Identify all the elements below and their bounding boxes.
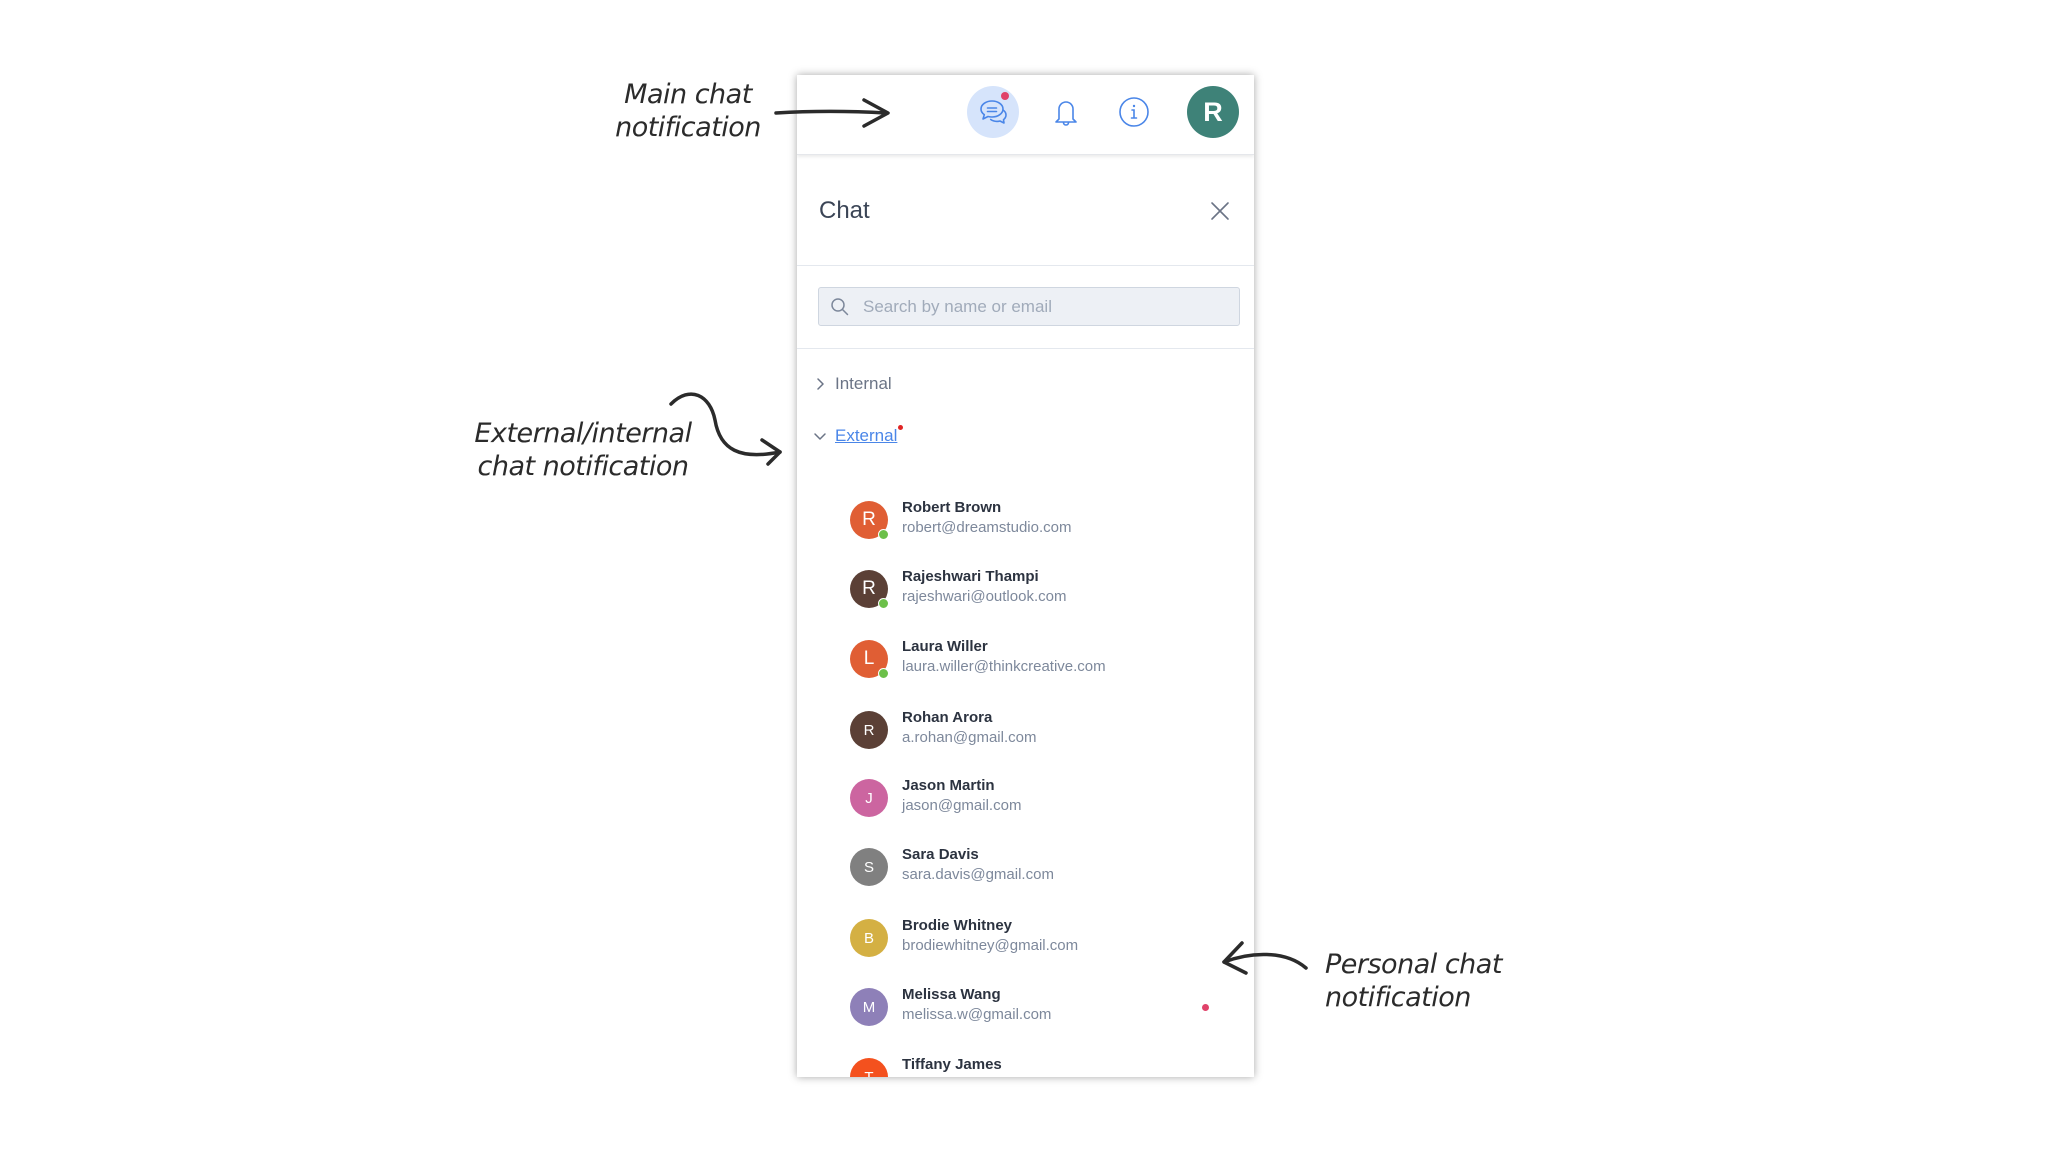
info-icon [1119,97,1149,127]
user-avatar[interactable]: R [1187,86,1239,138]
personal-chat-notification-dot [1202,1004,1209,1011]
chevron-down-icon [814,433,826,440]
contact-avatar-initial: B [863,929,874,947]
contact-name: Laura Willer [902,638,988,655]
group-internal[interactable]: Internal [813,371,892,397]
external-group-notification-dot [898,425,903,430]
chevron-right-icon [817,378,824,390]
contact-avatar-initial: R [863,721,875,739]
contact-email: melissa.w@gmail.com [902,1006,1052,1023]
search-icon [831,298,849,316]
contact-avatar: B [850,919,888,957]
contact-name: Robert Brown [902,499,1002,516]
group-internal-label: Internal [835,374,892,393]
contact-name: Sara Davis [902,846,979,863]
main-chat-notification-dot [1001,92,1009,100]
chat-title: Chat [819,197,870,224]
chat-button[interactable] [967,86,1019,138]
contact-email: sara.davis@gmail.com [902,866,1054,883]
contact-name: Jason Martin [902,777,995,794]
close-icon [1211,202,1229,220]
chat-bubbles-icon [980,100,1007,124]
contact-email: a.rohan@gmail.com [902,729,1037,746]
annotation-main-chat-line1: Main chat [624,79,752,110]
notifications-button[interactable] [1040,86,1092,138]
contact-email: tiffanyjw@yahoo.com [902,1076,1045,1077]
search-section [797,266,1254,349]
contact-email: rajeshwari@outlook.com [902,588,1067,605]
group-external[interactable]: External [813,423,897,449]
online-status-indicator [878,598,889,609]
contact-email: brodiewhitney@gmail.com [902,937,1079,954]
contact-email: laura.willer@thinkcreative.com [902,658,1106,675]
annotation-external-internal-line1: External/internal [474,418,692,449]
contact-item[interactable]: R Rajeshwari Thampi rajeshwari@outlook.com [850,564,1230,614]
online-status-indicator [878,668,889,679]
contact-avatar-initial: T [864,1068,874,1078]
contact-email: jason@gmail.com [902,797,1022,814]
contact-name: Tiffany James [902,1056,1002,1073]
annotation-external-internal: External/internal chat notification [462,417,704,483]
contact-avatar-initial: M [862,998,876,1016]
contact-avatar: S [850,848,888,886]
annotation-main-chat-line2: notification [615,112,761,143]
contact-avatar-initial: R [862,509,876,530]
close-button[interactable] [1208,199,1232,223]
annotation-personal-chat: Personal chat notification [1325,948,1545,1014]
contact-avatar: J [850,779,888,817]
contact-name: Melissa Wang [902,986,1001,1003]
chat-header: Chat [797,155,1254,266]
user-avatar-initial: R [1203,96,1223,127]
contact-avatar-initial: R [862,578,876,599]
contact-name: Brodie Whitney [902,917,1013,934]
contact-item[interactable]: R Robert Brown robert@dreamstudio.com [850,495,1230,545]
contact-item[interactable]: J Jason Martin jason@gmail.com [850,773,1230,823]
contact-name: Rohan Arora [902,709,993,726]
search-input[interactable] [863,288,1223,325]
contact-name: Rajeshwari Thampi [902,568,1039,585]
contact-item[interactable]: M Melissa Wang melissa.w@gmail.com [850,982,1230,1032]
contact-avatar: R [850,711,888,749]
contact-item[interactable]: R Rohan Arora a.rohan@gmail.com [850,705,1230,755]
annotation-main-chat: Main chat notification [598,78,778,144]
group-external-label: External [835,426,898,445]
contact-item[interactable]: S Sara Davis sara.davis@gmail.com [850,842,1230,892]
top-bar: R [797,75,1254,155]
contact-avatar: T [850,1058,888,1077]
annotation-personal-chat-line2: notification [1325,982,1471,1013]
annotation-personal-chat-line1: Personal chat [1325,949,1502,980]
contact-email: robert@dreamstudio.com [902,519,1072,536]
contact-item[interactable]: T Tiffany James tiffanyjw@yahoo.com [850,1052,1230,1077]
search-box [818,287,1240,326]
contact-item[interactable]: L Laura Willer laura.willer@thinkcreative.… [850,634,1230,684]
online-status-indicator [878,529,889,540]
annotation-external-internal-line2: chat notification [477,451,689,482]
contact-item[interactable]: B Brodie Whitney brodiewhitney@gmail.com [850,913,1230,963]
info-button[interactable] [1108,86,1160,138]
contact-avatar-initial: L [863,648,875,669]
contact-avatar-initial: S [863,858,874,876]
contact-avatar: M [850,988,888,1026]
bell-icon [1055,101,1077,126]
chat-panel: R Chat Internal External RRobe [797,75,1254,1077]
contact-avatar-initial: J [865,789,873,807]
